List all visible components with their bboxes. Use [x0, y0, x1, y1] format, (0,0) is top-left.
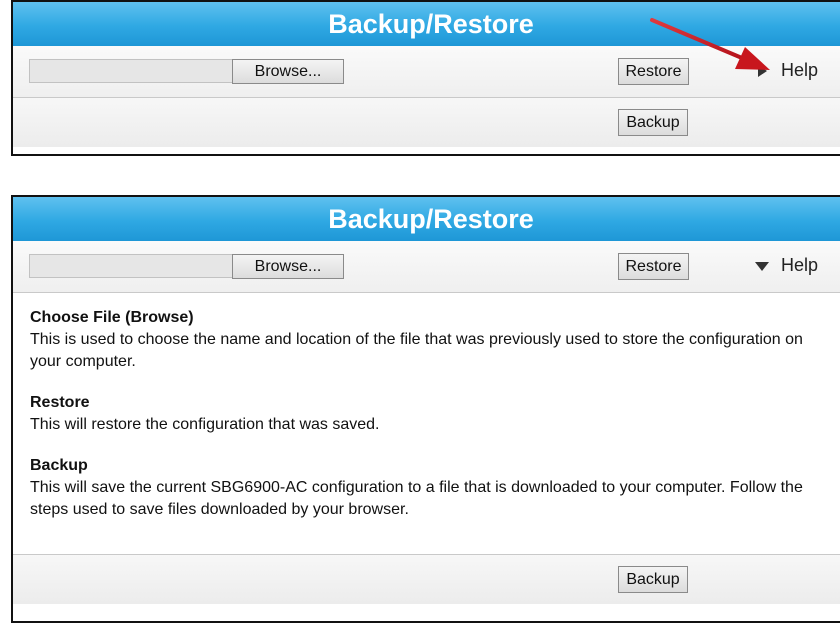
help-text: This will restore the configuration that… — [30, 416, 380, 433]
help-content: Choose File (Browse) This is used to cho… — [13, 293, 840, 555]
backup-button[interactable]: Backup — [618, 566, 688, 593]
file-row: Browse... Restore Help — [13, 46, 840, 98]
file-row: Browse... Restore Help — [13, 241, 840, 293]
file-path-field[interactable] — [29, 59, 233, 83]
backup-row: Backup — [13, 555, 840, 604]
panel-title: Backup/Restore — [13, 197, 840, 241]
help-section-restore: Restore This will restore the configurat… — [30, 392, 832, 436]
restore-button[interactable]: Restore — [618, 58, 689, 85]
help-toggle[interactable]: Help — [753, 255, 818, 276]
browse-button[interactable]: Browse... — [232, 254, 344, 279]
help-heading: Restore — [30, 394, 90, 411]
browse-button[interactable]: Browse... — [232, 59, 344, 84]
backup-restore-panel-expanded: Backup/Restore Browse... Restore Help Ch… — [11, 195, 840, 623]
caret-right-icon — [758, 64, 767, 77]
file-path-field[interactable] — [29, 254, 233, 278]
help-label: Help — [781, 60, 819, 80]
backup-button[interactable]: Backup — [618, 109, 688, 136]
help-label: Help — [781, 255, 819, 275]
help-heading: Choose File (Browse) — [30, 309, 194, 326]
help-section-backup: Backup This will save the current SBG690… — [30, 455, 832, 521]
help-text: This is used to choose the name and loca… — [30, 331, 803, 370]
caret-down-icon — [755, 261, 769, 271]
help-heading: Backup — [30, 457, 88, 474]
backup-restore-panel-collapsed: Backup/Restore Browse... Restore Help Ba… — [11, 0, 840, 156]
restore-button[interactable]: Restore — [618, 253, 689, 280]
help-section-choose-file: Choose File (Browse) This is used to cho… — [30, 307, 832, 373]
help-text: This will save the current SBG6900-AC co… — [30, 479, 803, 518]
help-toggle[interactable]: Help — [753, 60, 818, 81]
panel-title: Backup/Restore — [13, 2, 840, 46]
backup-row: Backup — [13, 98, 840, 147]
